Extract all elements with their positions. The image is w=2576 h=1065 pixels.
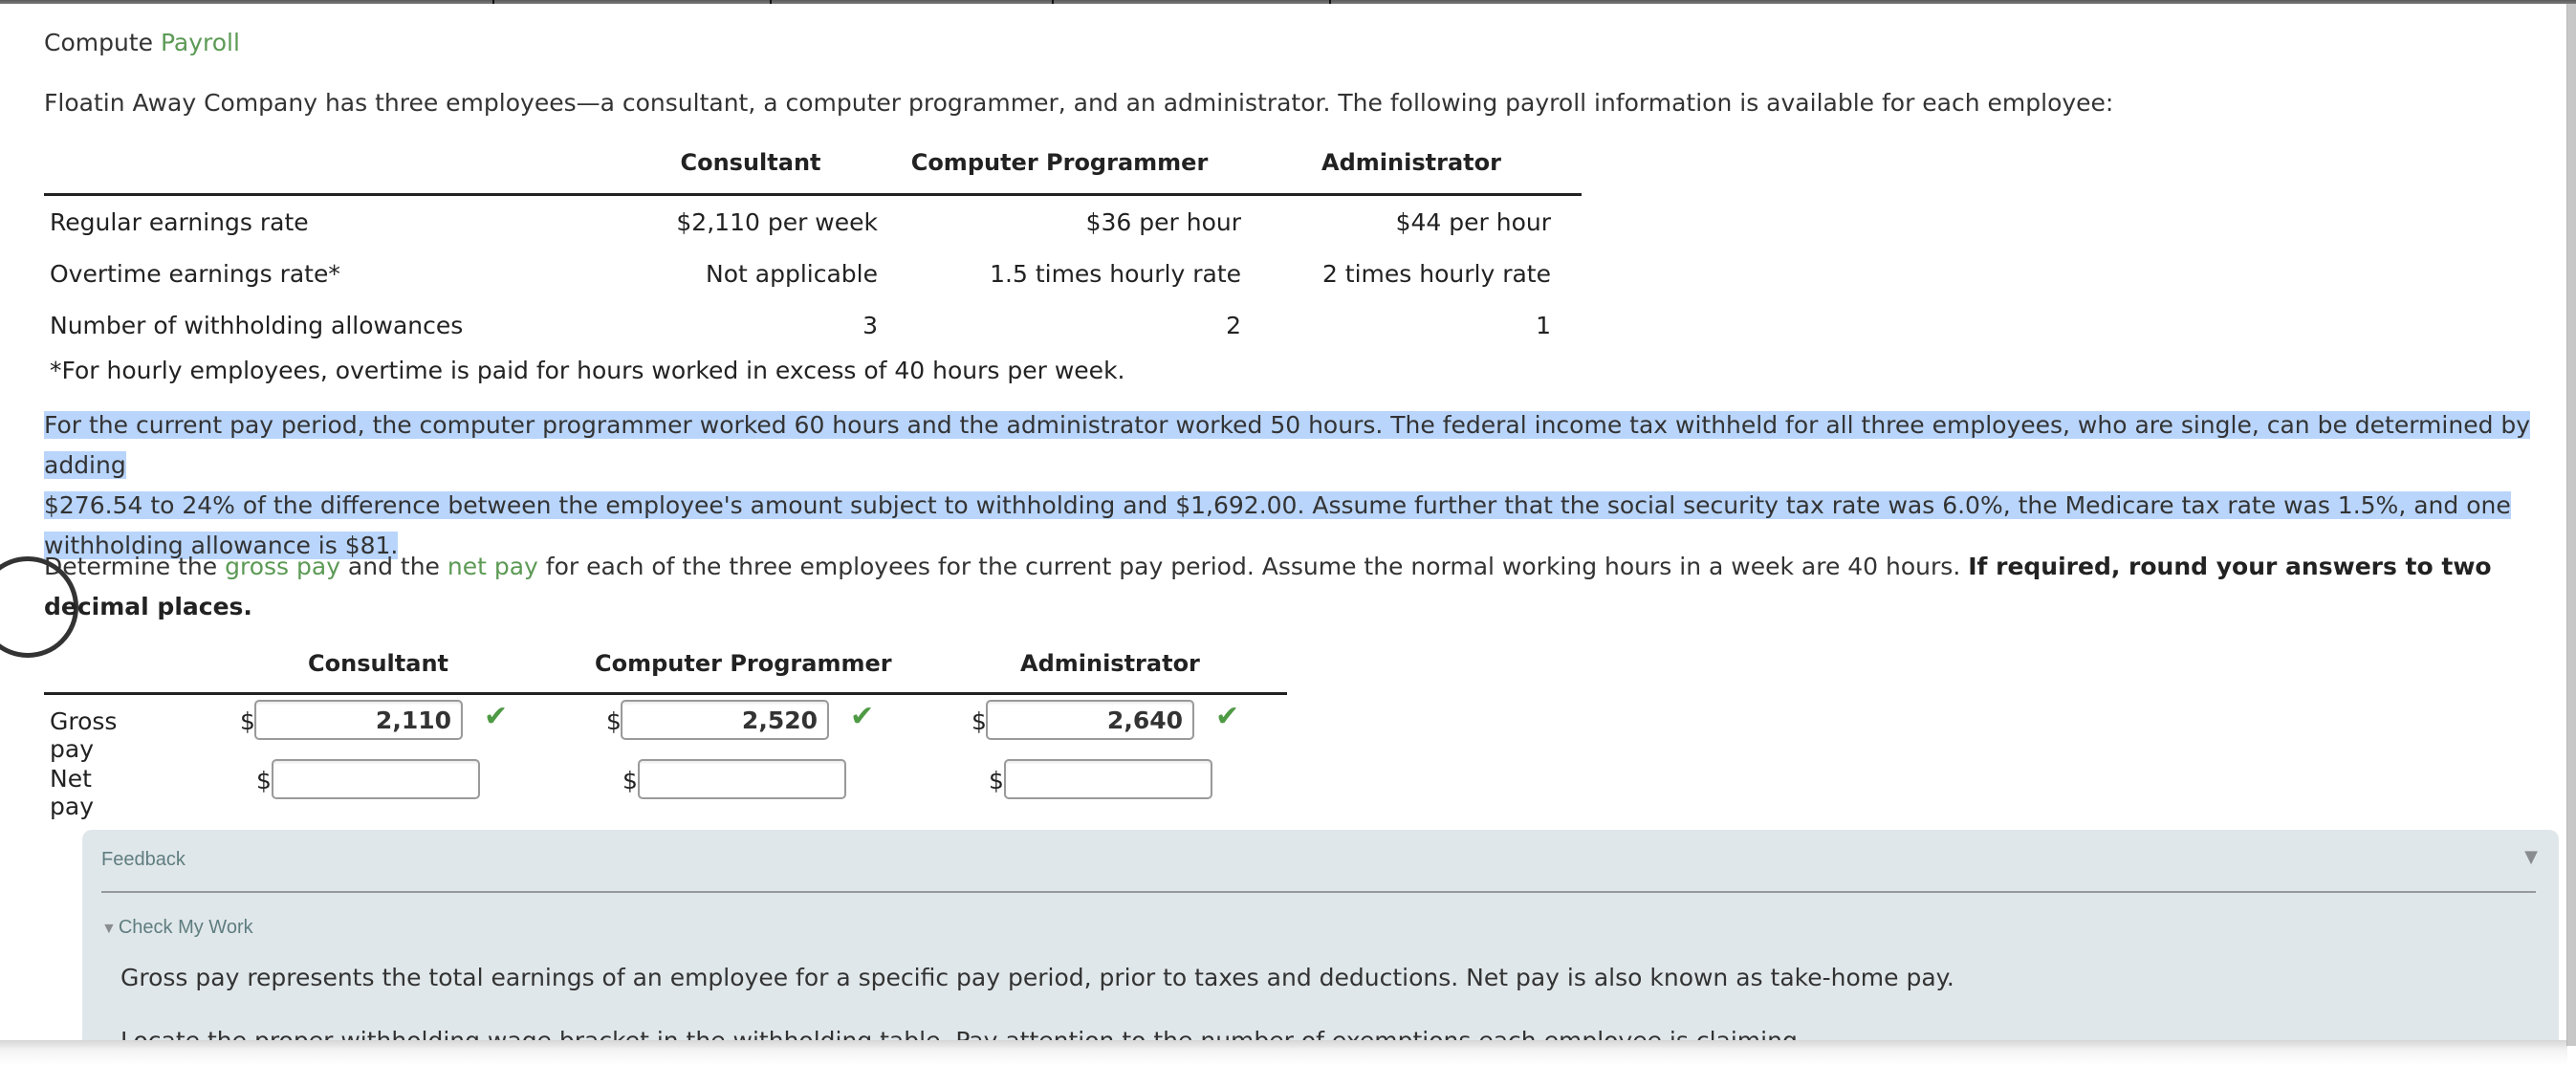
feedback-panel: Feedback ▼ ▼ Check My Work Gross pay repr… [82,830,2559,1059]
row-label: Overtime earnings rate* [50,259,340,288]
row-label: Number of withholding allowances [50,311,464,339]
answer-header-consultant: Consultant [308,650,449,677]
cell-consultant: Not applicable [706,259,878,288]
table-row: Number of withholding allowances 3 2 1 [44,299,1582,351]
info-header-consultant: Consultant [566,143,878,196]
feedback-divider [101,891,2536,893]
currency-symbol: $ [240,707,255,735]
answer-header-programmer: Computer Programmer [595,650,892,677]
disclosure-triangle-icon: ▼ [101,921,117,937]
intro-text: Floatin Away Company has three employees… [44,89,2114,117]
currency-symbol: $ [989,767,1004,794]
table-row: Overtime earnings rate* Not applicable 1… [44,248,1582,299]
answer-header-administrator: Administrator [1020,650,1200,677]
info-header-blank [44,143,566,196]
toolbar-divider [1329,0,1331,4]
viewport-bottom-edge [0,1040,2567,1065]
top-toolbar-strip [0,0,2576,4]
gross-pay-programmer-input[interactable] [621,700,829,740]
cell-administrator: 2 times hourly rate [1321,259,1551,288]
info-header-programmer: Computer Programmer [878,143,1241,196]
cell-administrator: $44 per hour [1395,207,1551,236]
gross-pay-glossary-link[interactable]: gross pay [225,553,340,580]
net-pay-glossary-link[interactable]: net pay [448,553,538,580]
net-pay-administrator-input[interactable] [1004,759,1212,799]
gross-pay-label: Gross pay [50,707,118,763]
title-prefix: Compute [44,29,161,56]
table-row: Regular earnings rate $2,110 per week $3… [44,195,1582,249]
vertical-scrollbar[interactable] [2566,4,2576,1046]
scenario-line-2: $276.54 to 24% of the difference between… [44,491,2511,519]
cell-programmer: $36 per hour [1085,207,1241,236]
overtime-footnote: *For hourly employees, overtime is paid … [50,357,1125,384]
instruction-text: for each of the three employees for the … [537,553,1969,580]
cell-consultant: 3 [862,311,878,339]
net-pay-consultant-input[interactable] [272,759,480,799]
cell-programmer: 1.5 times hourly rate [990,259,1241,288]
scenario-paragraph: For the current pay period, the computer… [44,405,2551,566]
gross-pay-consultant-input[interactable] [254,700,463,740]
info-table-header-row: Consultant Computer Programmer Administr… [44,143,1582,196]
net-pay-programmer-input[interactable] [638,759,846,799]
currency-symbol: $ [971,707,987,735]
toolbar-divider [492,0,494,4]
feedback-title: Feedback [101,849,186,870]
cell-administrator: 1 [1536,311,1551,339]
correct-check-icon: ✔ [850,700,875,733]
payroll-glossary-link[interactable]: Payroll [161,29,240,56]
instruction-text: Determine the [44,553,226,580]
toolbar-divider [1052,0,1054,4]
info-header-administrator: Administrator [1241,143,1582,196]
payroll-info-table: Consultant Computer Programmer Administr… [44,143,1582,351]
correct-check-icon: ✔ [1215,700,1240,733]
collapse-toggle-icon[interactable]: ▼ [2524,847,2538,867]
row-label: Regular earnings rate [50,207,309,236]
currency-symbol: $ [256,767,272,794]
check-my-work-toggle[interactable]: ▼ Check My Work [101,917,253,939]
answer-header-rule [44,692,1287,695]
currency-symbol: $ [606,707,622,735]
question-title: Compute Payroll [44,29,240,56]
scenario-line-1: For the current pay period, the computer… [44,411,2531,479]
gross-pay-administrator-input[interactable] [986,700,1194,740]
currency-symbol: $ [622,767,638,794]
net-pay-label: Net pay [50,765,94,820]
instruction-paragraph: Determine the gross pay and the net pay … [44,547,2551,627]
feedback-hint-gross-net: Gross pay represents the total earnings … [120,964,1954,991]
instruction-text: and the [339,553,448,580]
cell-consultant: $2,110 per week [676,207,878,236]
cell-programmer: 2 [1226,311,1241,339]
toolbar-divider [770,0,772,4]
check-my-work-label: Check My Work [118,917,253,938]
correct-check-icon: ✔ [484,700,509,733]
